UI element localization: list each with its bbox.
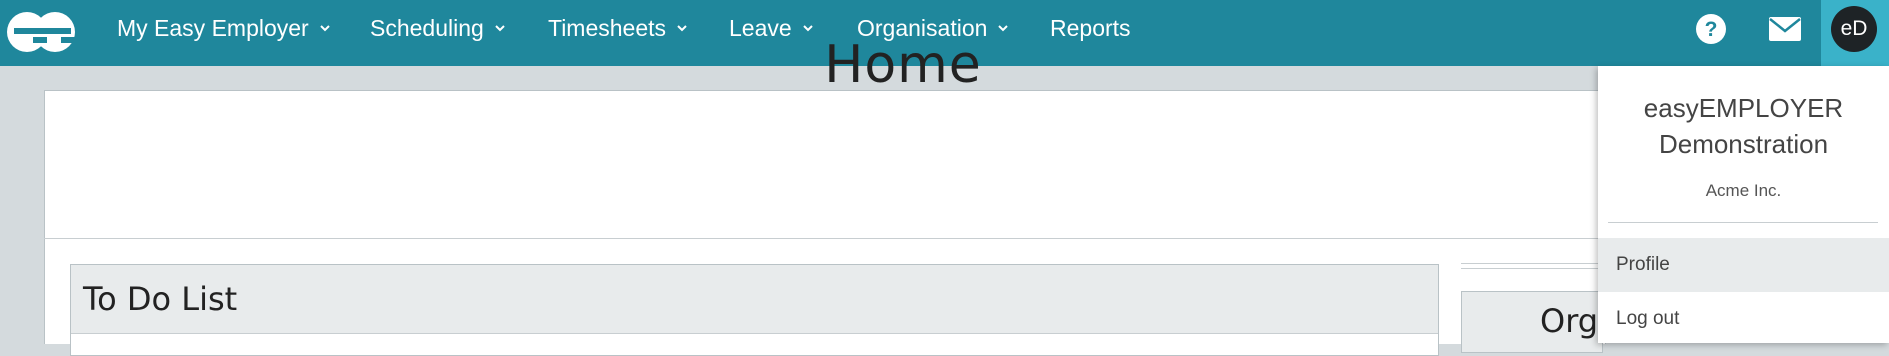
chevron-down-icon (998, 25, 1009, 32)
menu-item-log-out[interactable]: Log out (1598, 292, 1889, 346)
todo-list-panel: To Do List (70, 264, 1439, 356)
chevron-down-icon (495, 25, 505, 32)
chevron-down-icon (320, 25, 330, 32)
menu-item-profile[interactable]: Profile (1598, 238, 1889, 292)
panel-divider (1461, 263, 1601, 269)
title-divider (44, 238, 1604, 239)
user-display-name: easyEMPLOYER Demonstration (1643, 93, 1844, 159)
chevron-down-icon (802, 25, 813, 32)
todo-list-title: To Do List (71, 265, 1438, 334)
user-menu-toggle[interactable]: eD (1821, 0, 1889, 66)
user-company: Acme Inc. (1705, 181, 1782, 200)
organisation-panel: Org (1461, 291, 1603, 353)
organisation-panel-title: Org (1540, 302, 1599, 340)
dropdown-divider (1608, 222, 1878, 223)
chevron-down-icon (677, 25, 687, 32)
user-dropdown-menu: easyEMPLOYER Demonstration Acme Inc. Pro… (1598, 66, 1889, 343)
page-title: Home (824, 35, 982, 95)
avatar[interactable]: eD (1831, 6, 1877, 52)
